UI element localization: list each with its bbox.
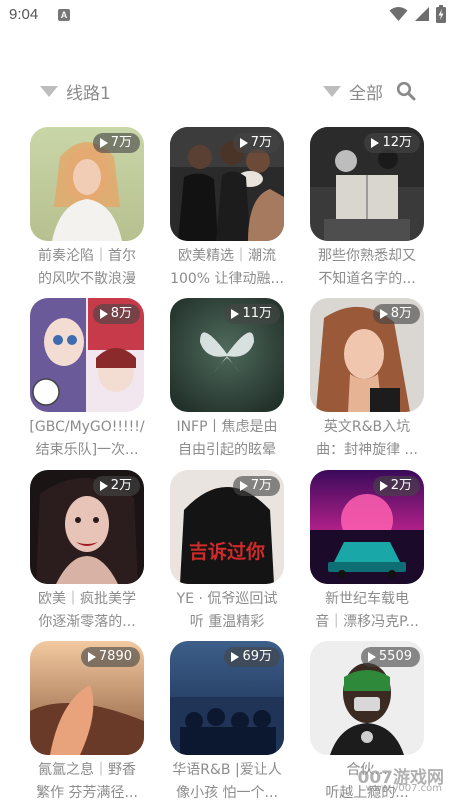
playlist-cover[interactable]: 5509: [310, 641, 424, 755]
play-icon: [99, 481, 108, 491]
cover-art-text: 吉诉过你: [189, 540, 265, 563]
playlist-cover[interactable]: 11万: [170, 298, 284, 412]
playlist-title[interactable]: 英文R&B入坑 曲：封神旋律 ...: [304, 416, 430, 462]
play-count: 2万: [390, 478, 412, 493]
playlist-title[interactable]: INFP丨焦虑是由 自由引起的眩晕: [164, 416, 290, 462]
play-icon: [87, 652, 96, 662]
play-count-badge: 12万: [364, 133, 420, 153]
playlist-title-line: 华语R&B |爱让人: [172, 762, 282, 778]
play-count: 69万: [242, 649, 272, 664]
playlist-title-line: 前奏沦陷｜首尔: [38, 248, 136, 264]
play-icon: [379, 309, 388, 319]
play-count: 7万: [250, 478, 272, 493]
playlist-title-line: [GBC/MyGO!!!!!/: [29, 419, 145, 435]
play-count: 7万: [110, 135, 132, 150]
playlist-title-line: 繁作 芬芳满径...: [36, 785, 138, 801]
play-count: 7890: [98, 649, 132, 664]
play-count: 5509: [378, 649, 412, 664]
play-count: 12万: [382, 135, 412, 150]
watermark: 007游戏网 www.y007.com: [298, 761, 448, 801]
play-icon: [239, 481, 248, 491]
playlist-cover[interactable]: 2万: [30, 470, 144, 584]
play-count-badge: 8万: [92, 304, 140, 324]
play-count-badge: 7万: [232, 133, 280, 153]
playlist-title[interactable]: 欧美精选｜潮流 100% 让律动融...: [164, 245, 290, 291]
play-count-badge: 2万: [92, 476, 140, 496]
play-count-badge: 8万: [372, 304, 420, 324]
playlist-title-line: 像小孩 怕一个...: [176, 785, 278, 801]
play-count-badge: 7万: [92, 133, 140, 153]
playlist-title-line: YE · 侃爷巡回试: [176, 591, 278, 607]
play-icon: [231, 652, 240, 662]
playlist-title-line: 结束乐队]一次...: [35, 442, 139, 458]
playlist-title-line: 那些你熟悉却又: [318, 248, 416, 264]
playlist-cover[interactable]: 2万: [310, 470, 424, 584]
play-icon: [371, 138, 380, 148]
play-count-badge: 5509: [360, 647, 420, 667]
playlist-title-line: 曲：封神旋律 ...: [316, 442, 418, 458]
playlist-title-line: 英文R&B入坑: [323, 419, 411, 435]
playlist-title[interactable]: 欧美｜疯批美学 你逐渐零落的...: [24, 588, 150, 634]
playlist-cover[interactable]: 8万: [310, 298, 424, 412]
playlist-title-line: 的风吹不散浪漫: [38, 271, 136, 287]
play-count-badge: 7890: [80, 647, 140, 667]
playlist-title[interactable]: 氤氲之息｜野香 繁作 芬芳满径...: [24, 759, 150, 805]
playlist-title-line: 自由引起的眩晕: [178, 442, 276, 458]
playlist-title[interactable]: 华语R&B |爱让人 像小孩 怕一个...: [164, 759, 290, 805]
playlist-title-line: 听 重温精彩: [189, 614, 265, 630]
playlist-cover[interactable]: 69万: [170, 641, 284, 755]
playlist-cover[interactable]: 7万: [170, 127, 284, 241]
play-count-badge: 69万: [224, 647, 280, 667]
play-count: 11万: [242, 306, 272, 321]
playlist-grid: 7万 前奏沦陷｜首尔 的风吹不散浪漫 7万 欧美精选｜潮流 100% 让律动融.…: [0, 0, 454, 807]
playlist-cover[interactable]: 12万: [310, 127, 424, 241]
playlist-title-line: 氤氲之息｜野香: [38, 762, 136, 778]
play-count: 7万: [250, 135, 272, 150]
playlist-title-line: 音｜漂移冯克P...: [315, 614, 419, 630]
playlist-title[interactable]: 新世纪车载电 音｜漂移冯克P...: [304, 588, 430, 634]
play-count-badge: 7万: [232, 476, 280, 496]
playlist-cover[interactable]: 8万: [30, 298, 144, 412]
play-icon: [231, 309, 240, 319]
playlist-title-line: 欧美精选｜潮流: [178, 248, 276, 264]
play-icon: [99, 309, 108, 319]
play-count-badge: 11万: [224, 304, 280, 324]
playlist-title-line: 欧美｜疯批美学: [38, 591, 136, 607]
play-count-badge: 2万: [372, 476, 420, 496]
play-count: 8万: [110, 306, 132, 321]
play-icon: [99, 138, 108, 148]
play-icon: [367, 652, 376, 662]
play-count: 2万: [110, 478, 132, 493]
playlist-title-line: 不知道名字的...: [318, 271, 416, 287]
playlist-title-line: 新世纪车载电: [325, 591, 409, 607]
watermark-url: www.y007.com: [365, 783, 442, 794]
playlist-cover[interactable]: 7890: [30, 641, 144, 755]
playlist-cover[interactable]: 7万: [30, 127, 144, 241]
playlist-title-line: 你逐渐零落的...: [38, 614, 136, 630]
playlist-title[interactable]: [GBC/MyGO!!!!!/ 结束乐队]一次...: [24, 416, 150, 462]
playlist-title[interactable]: 前奏沦陷｜首尔 的风吹不散浪漫: [24, 245, 150, 291]
playlist-title[interactable]: 那些你熟悉却又 不知道名字的...: [304, 245, 430, 291]
play-icon: [379, 481, 388, 491]
playlist-title-line: INFP丨焦虑是由: [176, 419, 278, 435]
playlist-title[interactable]: YE · 侃爷巡回试 听 重温精彩: [164, 588, 290, 634]
playlist-title-line: 100% 让律动融...: [170, 271, 284, 287]
playlist-cover[interactable]: 吉诉过你 7万: [170, 470, 284, 584]
play-count: 8万: [390, 306, 412, 321]
play-icon: [239, 138, 248, 148]
